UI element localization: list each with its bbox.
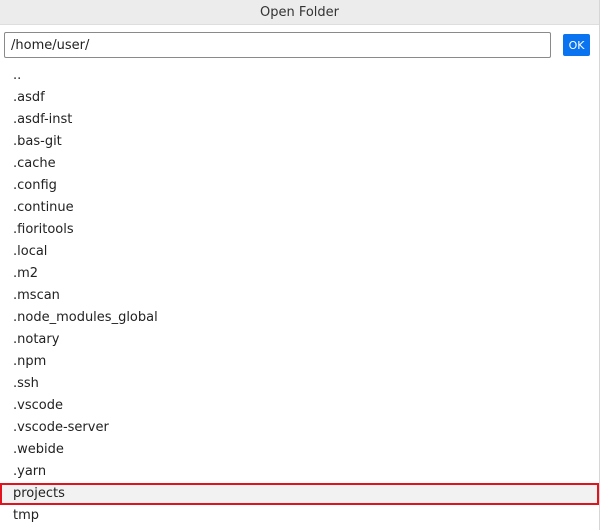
open-folder-dialog: Open Folder OK .. .asdf .asdf-inst .bas-… <box>0 0 600 530</box>
folder-item-asdf[interactable]: .asdf <box>0 87 599 109</box>
path-input[interactable] <box>4 32 551 58</box>
folder-item-continue[interactable]: .continue <box>0 197 599 219</box>
folder-item-ssh[interactable]: .ssh <box>0 373 599 395</box>
folder-item-npm[interactable]: .npm <box>0 351 599 373</box>
folder-item-config[interactable]: .config <box>0 175 599 197</box>
folder-list: .. .asdf .asdf-inst .bas-git .cache .con… <box>0 65 599 527</box>
folder-item-vscode[interactable]: .vscode <box>0 395 599 417</box>
folder-item-projects[interactable]: projects <box>0 483 599 505</box>
folder-item-m2[interactable]: .m2 <box>0 263 599 285</box>
folder-item-webide[interactable]: .webide <box>0 439 599 461</box>
folder-item-bas-git[interactable]: .bas-git <box>0 131 599 153</box>
folder-item-cache[interactable]: .cache <box>0 153 599 175</box>
path-row: OK <box>0 25 599 65</box>
folder-item-local[interactable]: .local <box>0 241 599 263</box>
folder-item-parent[interactable]: .. <box>0 65 599 87</box>
folder-item-asdf-inst[interactable]: .asdf-inst <box>0 109 599 131</box>
folder-item-node-modules-global[interactable]: .node_modules_global <box>0 307 599 329</box>
dialog-title: Open Folder <box>0 0 599 25</box>
folder-item-yarn[interactable]: .yarn <box>0 461 599 483</box>
ok-button[interactable]: OK <box>563 34 590 56</box>
folder-item-fioritools[interactable]: .fioritools <box>0 219 599 241</box>
folder-item-tmp[interactable]: tmp <box>0 505 599 527</box>
folder-item-vscode-server[interactable]: .vscode-server <box>0 417 599 439</box>
folder-item-mscan[interactable]: .mscan <box>0 285 599 307</box>
folder-item-notary[interactable]: .notary <box>0 329 599 351</box>
